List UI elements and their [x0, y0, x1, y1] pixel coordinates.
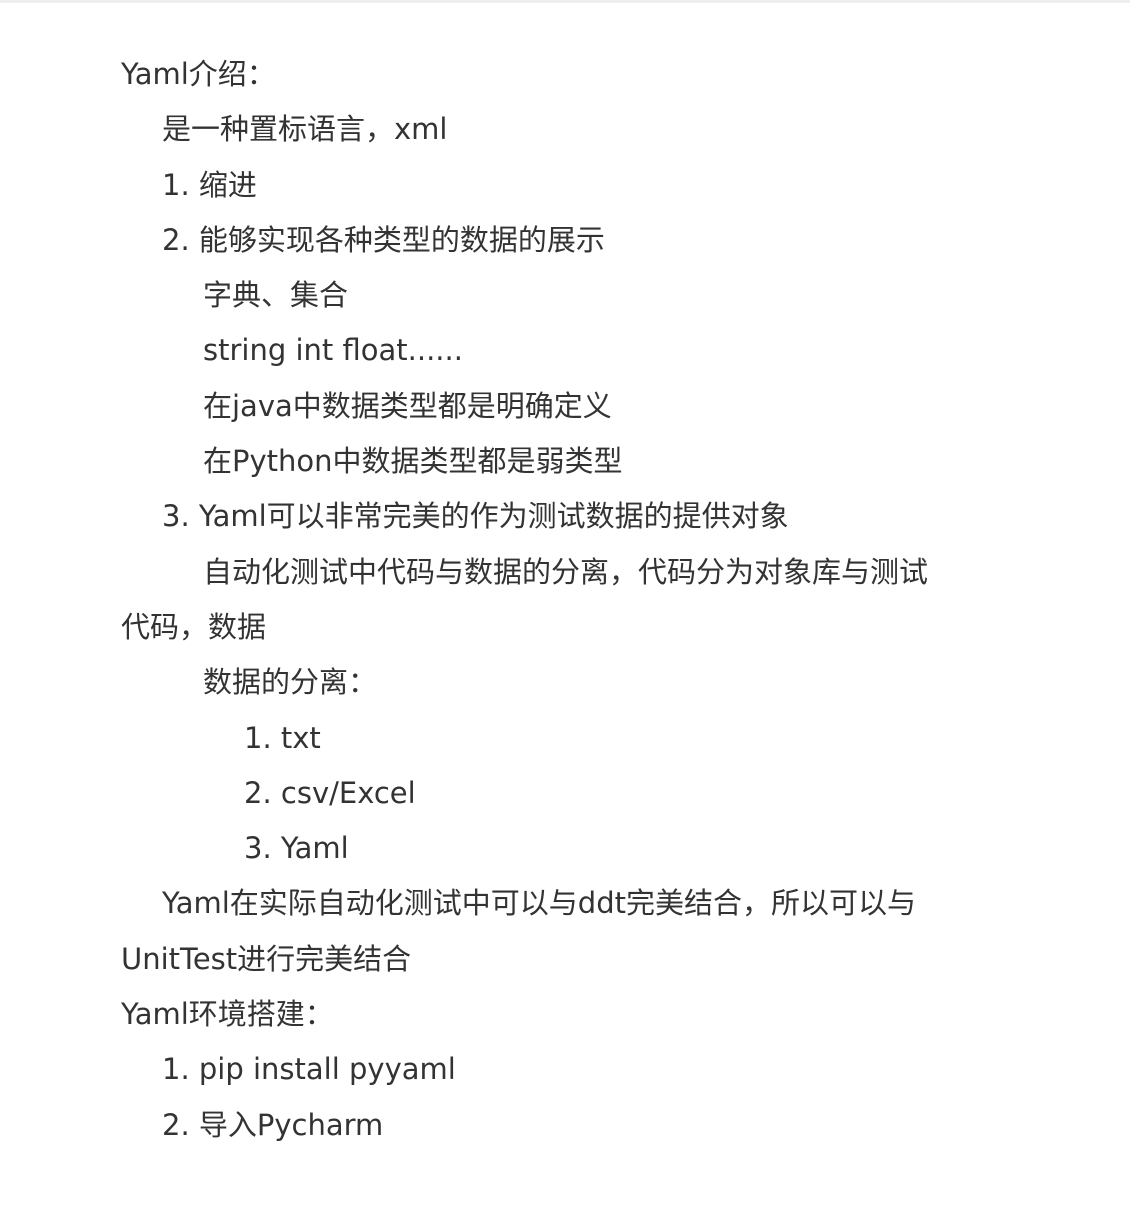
env-heading: Yaml环境搭建：: [121, 997, 334, 1032]
top-divider: [0, 0, 1130, 3]
intro-heading: Yaml介绍：: [121, 57, 276, 91]
types-list: string int float......: [203, 333, 463, 368]
combine-paragraph-line: UnitTest进行完美结合: [121, 941, 412, 976]
types-dict-set: 字典、集合: [203, 278, 349, 313]
java-types-note: 在java中数据类型都是明确定义: [203, 388, 612, 423]
separation-paragraph-line: 代码，数据: [121, 609, 267, 644]
intro-list-item: 2. 能够实现各种类型的数据的展示: [162, 222, 605, 257]
env-list-item: 2. 导入Pycharm: [162, 1107, 384, 1142]
env-list-item: 1. pip install pyyaml: [162, 1052, 456, 1087]
separation-list-item: 1. txt: [244, 720, 321, 755]
combine-paragraph-line: Yaml在实际自动化测试中可以与ddt完美结合，所以可以与: [162, 886, 916, 921]
document-content: Yaml介绍： 是一种置标语言，xml 1. 缩进 2. 能够实现各种类型的数据…: [121, 47, 1021, 1153]
separation-paragraph-line: 自动化测试中代码与数据的分离，代码分为对象库与测试: [203, 554, 929, 589]
intro-description: 是一种置标语言，xml: [162, 112, 448, 147]
intro-list-item: 1. 缩进: [162, 167, 257, 202]
separation-list-item: 3. Yaml: [244, 831, 349, 866]
separation-heading: 数据的分离：: [203, 665, 378, 700]
intro-list-item: 3. Yaml可以非常完美的作为测试数据的提供对象: [162, 499, 789, 534]
separation-list-item: 2. csv/Excel: [244, 775, 416, 810]
python-types-note: 在Python中数据类型都是弱类型: [203, 444, 623, 479]
document-page: Yaml介绍： 是一种置标语言，xml 1. 缩进 2. 能够实现各种类型的数据…: [0, 0, 1130, 1218]
